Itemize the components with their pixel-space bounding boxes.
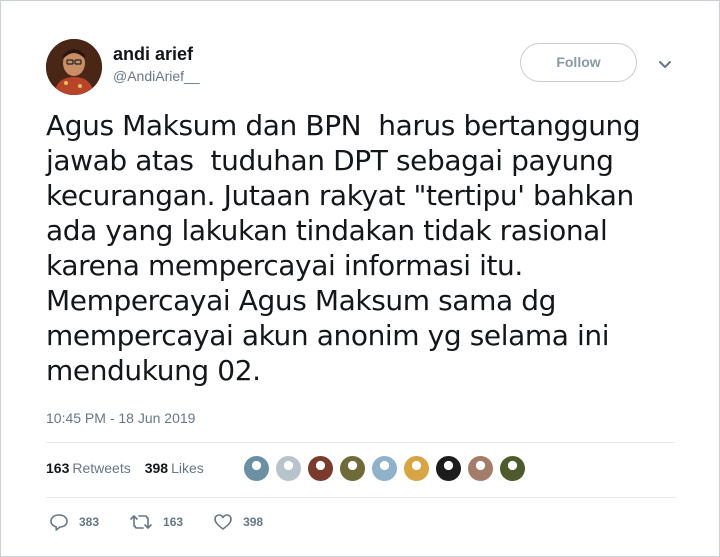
like-count: 398 <box>243 515 264 529</box>
retweets-count: 163 <box>46 460 70 476</box>
retweet-icon <box>130 515 152 529</box>
user-avatar[interactable] <box>46 39 102 95</box>
like-button[interactable]: 398 <box>213 513 263 531</box>
retweet-button[interactable]: 163 <box>129 513 183 531</box>
tweet-timestamp[interactable]: 10:45 PM - 18 Jun 2019 <box>46 410 195 426</box>
reply-icon <box>50 514 68 531</box>
liker-avatar-6[interactable] <box>403 455 430 482</box>
liker-avatar-8[interactable] <box>467 455 494 482</box>
liker-avatar-7[interactable] <box>435 455 462 482</box>
liker-avatar-9[interactable] <box>499 455 526 482</box>
liker-avatar-4[interactable] <box>339 455 366 482</box>
follow-button[interactable]: Follow <box>520 43 637 82</box>
liker-avatar-2[interactable] <box>275 455 302 482</box>
tweet-actions: 383 163 398 <box>49 513 293 531</box>
user-handle[interactable]: @AndiArief__ <box>113 68 200 84</box>
display-name[interactable]: andi arief <box>113 44 193 65</box>
likes-stat[interactable]: 398 Likes <box>145 460 204 476</box>
likes-count: 398 <box>144 460 169 476</box>
likers-avatars <box>243 455 526 482</box>
chevron-down-icon[interactable] <box>656 56 674 74</box>
liker-avatar-1[interactable] <box>243 455 270 482</box>
reply-count: 383 <box>79 515 100 529</box>
reply-button[interactable]: 383 <box>49 513 99 531</box>
retweets-label: Retweets <box>72 460 131 476</box>
heart-icon <box>214 514 232 530</box>
tweet-card: andi arief @AndiArief__ Follow Agus Maks… <box>0 0 720 557</box>
retweets-stat[interactable]: 163 Retweets <box>46 460 131 476</box>
tweet-text: Agus Maksum dan BPN harus bertanggung ja… <box>46 109 641 387</box>
likes-label: Likes <box>171 460 204 476</box>
liker-avatar-3[interactable] <box>307 455 334 482</box>
liker-avatar-5[interactable] <box>371 455 398 482</box>
tweet-stats: 163 Retweets 398 Likes <box>46 460 204 476</box>
retweet-count: 163 <box>163 515 184 529</box>
divider-top <box>46 442 676 443</box>
divider-bottom <box>46 497 676 498</box>
